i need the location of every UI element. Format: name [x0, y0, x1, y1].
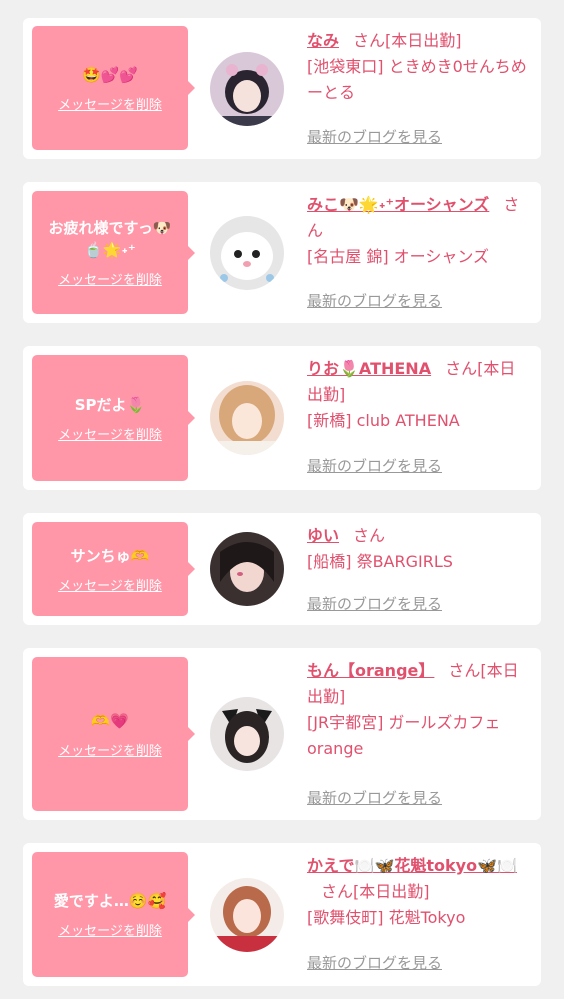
message-bubble: 🤩💕💕 メッセージを削除 [32, 26, 195, 150]
message-card: 🤩💕💕 メッセージを削除 なみ さん[本日出勤] [池袋東口] ときめき0せんちめ… [23, 18, 541, 159]
latest-blog-link[interactable]: 最新のブログを見る [307, 593, 442, 614]
message-bubble: お疲れ様ですっ🐶🍵🌟˖⁺ メッセージを削除 [32, 191, 195, 314]
latest-blog-link[interactable]: 最新のブログを見る [307, 126, 442, 147]
delete-message-link[interactable]: メッセージを削除 [58, 920, 162, 939]
message-text: SPだよ🌷 [74, 395, 146, 414]
message-text: サンちゅ🫶 [70, 546, 150, 565]
message-bubble: SPだよ🌷 メッセージを削除 [32, 355, 195, 481]
sender-name-link[interactable]: かえで🍽️🦋花魁tokyo🦋🍽️ [307, 856, 517, 875]
sender-info: りお🌷ATHENA さん[本日出勤] [新橋] club ATHENA [307, 356, 529, 434]
sender-info: かえで🍽️🦋花魁tokyo🦋🍽️ さん[本日出勤] [歌舞伎町] 花魁Tokyo [307, 853, 529, 931]
shop-info: [池袋東口] ときめき0せんちめーとる [307, 57, 527, 102]
latest-blog-link[interactable]: 最新のブログを見る [307, 787, 442, 808]
message-text: 🤩💕💕 [81, 65, 139, 84]
shop-info: [船橋] 祭BARGIRLS [307, 552, 453, 571]
message-card: お疲れ様ですっ🐶🍵🌟˖⁺ メッセージを削除 みこ🐶🌟˖⁺オーシャンズ さん [名古… [23, 182, 541, 323]
delete-message-link[interactable]: メッセージを削除 [58, 424, 162, 443]
honorific-status: さん [353, 526, 386, 545]
message-bubble: 🫶💗 メッセージを削除 [32, 657, 195, 811]
latest-blog-link[interactable]: 最新のブログを見る [307, 455, 442, 476]
avatar[interactable] [210, 216, 284, 290]
message-card: サンちゅ🫶 メッセージを削除 ゆい さん [船橋] 祭BARGIRLS 最新のブロ… [23, 513, 541, 625]
shop-info: [名古屋 錦] オーシャンズ [307, 247, 490, 266]
sender-info: ゆい さん [船橋] 祭BARGIRLS [307, 523, 529, 575]
message-card: 愛ですよ…☺️🥰 メッセージを削除 かえで🍽️🦋花魁tokyo🦋🍽️ さん[本日出… [23, 843, 541, 986]
delete-message-link[interactable]: メッセージを削除 [58, 575, 162, 594]
sender-name-link[interactable]: みこ🐶🌟˖⁺オーシャンズ [307, 195, 489, 214]
message-text: お疲れ様ですっ🐶🍵🌟˖⁺ [48, 219, 172, 259]
latest-blog-link[interactable]: 最新のブログを見る [307, 290, 442, 311]
shop-info: [JR宇都宮] ガールズカフェ orange [307, 713, 501, 758]
avatar[interactable] [210, 381, 284, 455]
honorific-status: さん[本日出勤] [353, 31, 462, 50]
delete-message-link[interactable]: メッセージを削除 [58, 740, 162, 759]
avatar[interactable] [210, 52, 284, 126]
sender-name-link[interactable]: なみ [307, 31, 339, 50]
message-text: 愛ですよ…☺️🥰 [53, 892, 167, 910]
sender-name-link[interactable]: もん【orange】 [307, 661, 434, 680]
shop-info: [歌舞伎町] 花魁Tokyo [307, 908, 466, 927]
delete-message-link[interactable]: メッセージを削除 [58, 269, 162, 288]
delete-message-link[interactable]: メッセージを削除 [58, 94, 162, 113]
sender-name-link[interactable]: ゆい [307, 526, 339, 545]
message-card: 🫶💗 メッセージを削除 もん【orange】 さん[本日出勤] [JR宇都宮] ガ… [23, 648, 541, 820]
latest-blog-link[interactable]: 最新のブログを見る [307, 952, 442, 973]
message-text: 🫶💗 [91, 711, 129, 730]
message-card: SPだよ🌷 メッセージを削除 りお🌷ATHENA さん[本日出勤] [新橋] cl… [23, 346, 541, 490]
avatar[interactable] [210, 697, 284, 771]
message-bubble: 愛ですよ…☺️🥰 メッセージを削除 [32, 852, 195, 977]
sender-info: みこ🐶🌟˖⁺オーシャンズ さん [名古屋 錦] オーシャンズ [307, 192, 529, 270]
avatar[interactable] [210, 878, 284, 952]
honorific-status: さん[本日出勤] [321, 882, 430, 901]
avatar[interactable] [210, 532, 284, 606]
shop-info: [新橋] club ATHENA [307, 411, 460, 430]
sender-info: なみ さん[本日出勤] [池袋東口] ときめき0せんちめーとる [307, 28, 529, 106]
sender-info: もん【orange】 さん[本日出勤] [JR宇都宮] ガールズカフェ orang… [307, 658, 529, 762]
message-bubble: サンちゅ🫶 メッセージを削除 [32, 522, 195, 616]
sender-name-link[interactable]: りお🌷ATHENA [307, 359, 431, 378]
